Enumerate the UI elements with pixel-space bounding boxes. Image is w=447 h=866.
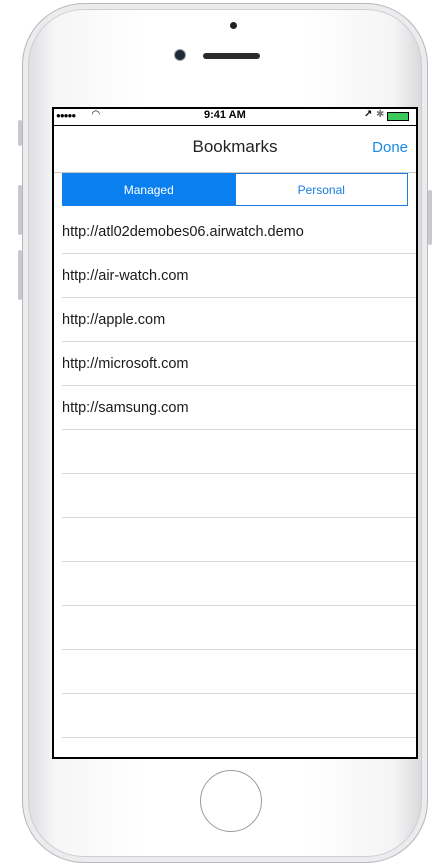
done-button[interactable]: Done <box>372 139 408 156</box>
power-button <box>428 190 432 245</box>
front-camera-icon <box>175 50 185 60</box>
status-time: 9:41 AM <box>204 109 246 121</box>
proximity-sensor <box>230 22 237 29</box>
segment-managed[interactable]: Managed <box>63 174 235 205</box>
bookmark-list: http://atl02demobes06.airwatch.demo http… <box>54 210 416 738</box>
home-button[interactable] <box>200 770 262 832</box>
empty-row <box>62 650 416 694</box>
empty-row <box>62 430 416 474</box>
bookmark-item[interactable]: http://microsoft.com <box>62 342 416 386</box>
bluetooth-icon: ✱ <box>376 109 385 120</box>
phone-screen: ●●●●● ◠ 9:41 AM ↗ ✱ Bookmarks Done Manag… <box>52 107 418 759</box>
bookmark-item[interactable]: http://atl02demobes06.airwatch.demo <box>62 210 416 254</box>
location-arrow-icon: ↗ <box>364 109 373 120</box>
signal-strength-icon: ●●●●● <box>56 111 76 120</box>
status-bar: ●●●●● ◠ 9:41 AM ↗ ✱ <box>54 109 416 126</box>
page-title: Bookmarks <box>192 137 278 156</box>
bookmark-type-segmented-control: Managed Personal <box>62 173 408 206</box>
empty-row <box>62 474 416 518</box>
empty-row <box>62 606 416 650</box>
empty-row <box>62 518 416 562</box>
empty-row <box>62 694 416 738</box>
segment-personal[interactable]: Personal <box>234 174 407 205</box>
navigation-bar: Bookmarks Done <box>54 126 416 173</box>
bookmark-item[interactable]: http://apple.com <box>62 298 416 342</box>
battery-icon <box>387 112 409 121</box>
bookmark-item[interactable]: http://samsung.com <box>62 386 416 430</box>
wifi-icon: ◠ <box>92 109 100 120</box>
empty-row <box>62 562 416 606</box>
bookmark-item[interactable]: http://air-watch.com <box>62 254 416 298</box>
earpiece-speaker <box>203 53 260 59</box>
